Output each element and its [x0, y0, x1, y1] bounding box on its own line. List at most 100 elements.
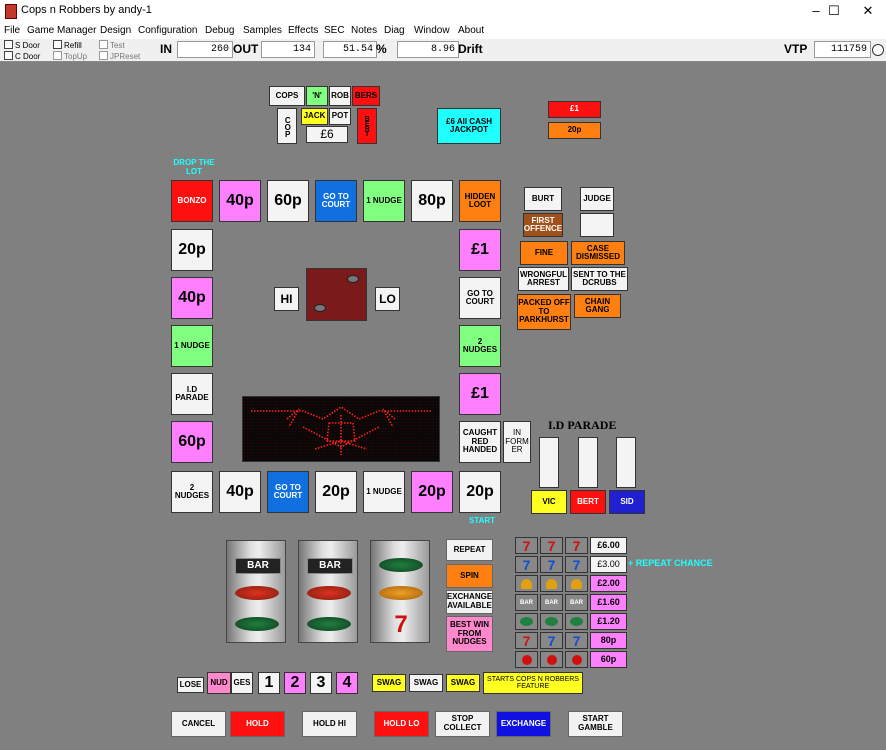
hold-hi-button[interactable]: HOLD HI — [302, 711, 357, 737]
board-bottom-2-nudges: 2 NUDGES — [171, 471, 213, 513]
orange-symbol — [379, 586, 423, 600]
hold-button[interactable]: HOLD — [230, 711, 285, 737]
stake-1-pound[interactable]: £1 — [548, 101, 601, 118]
pay-mixed-seven-icon: 7 — [540, 632, 563, 649]
pay-bell-icon — [540, 575, 563, 592]
id-parade-bert: BERT — [570, 490, 606, 514]
menu-notes[interactable]: Notes — [351, 25, 377, 36]
pay-melon-icon — [515, 613, 538, 630]
start-gamble-button[interactable]: START GAMBLE — [568, 711, 623, 737]
menu-file[interactable]: File — [4, 25, 20, 36]
menu-configuration[interactable]: Configuration — [138, 25, 197, 36]
menu-game-manager[interactable]: Game Manager — [27, 25, 96, 36]
pay-blue-seven-icon: 7 — [515, 556, 538, 573]
board-id-parade: I.D PARADE — [171, 373, 213, 415]
pay-blue-seven-icon: 7 — [540, 556, 563, 573]
title-n: 'N' — [306, 86, 328, 106]
in-label: IN — [160, 42, 172, 56]
title-cop-vertical: COP — [277, 108, 297, 144]
jackpot-jack: JACK — [301, 108, 328, 125]
topup-checkbox[interactable]: TopUp — [53, 51, 87, 61]
pay-prize-3: £2.00 — [590, 575, 627, 592]
window-title: Cops n Robbers by andy-1 — [21, 4, 152, 16]
menu-window[interactable]: Window — [414, 25, 450, 36]
id-parade-vic: VIC — [531, 490, 567, 514]
dot-matrix-display — [242, 396, 440, 462]
court-judge-blank — [580, 213, 614, 237]
pay-melon-icon — [540, 613, 563, 630]
dice-pip — [314, 304, 326, 312]
menu-diag[interactable]: Diag — [384, 25, 405, 36]
melon-symbol — [235, 617, 279, 631]
board-caught-red-handed: CAUGHT RED HANDED — [459, 421, 501, 463]
board-right-go-to-court: GO TO COURT — [459, 277, 501, 319]
pay-prize-1: £6.00 — [590, 537, 627, 554]
spin-button[interactable]: SPIN — [446, 564, 493, 588]
court-first-offence: FIRST OFFENCE — [523, 213, 563, 237]
stop-collect-button[interactable]: STOP COLLECT — [435, 711, 490, 737]
menu-sec[interactable]: SEC — [324, 25, 345, 36]
repeat-chance-label: + REPEAT CHANCE — [628, 558, 713, 568]
fruit-symbol — [235, 586, 279, 600]
jpreset-checkbox[interactable]: JPReset — [99, 51, 140, 61]
cancel-button[interactable]: CANCEL — [171, 711, 226, 737]
maximize-button[interactable]: ☐ — [816, 0, 852, 22]
in-field[interactable]: 260 — [177, 41, 233, 58]
refill-checkbox[interactable]: Refill — [53, 40, 82, 50]
court-judge: JUDGE — [580, 187, 614, 211]
close-button[interactable]: ✕ — [850, 0, 886, 22]
title-bar: Cops n Robbers by andy-1 – ☐ ✕ — [0, 0, 886, 22]
menu-about[interactable]: About — [458, 25, 484, 36]
menu-samples[interactable]: Samples — [243, 25, 282, 36]
exchange-button[interactable]: EXCHANGE — [496, 711, 551, 737]
drift-label: Drift — [458, 42, 483, 56]
percent-field[interactable]: 51.54 — [323, 41, 377, 58]
pay-melon-icon — [565, 613, 588, 630]
drop-the-lot-label: DROP THE LOT — [173, 158, 215, 176]
board-left-60p: 60p — [171, 421, 213, 463]
out-field[interactable]: 134 — [261, 41, 315, 58]
s-door-checkbox[interactable]: S Door — [4, 40, 40, 50]
vtp-field[interactable]: 111759 — [814, 41, 871, 58]
fruit-symbol — [307, 586, 351, 600]
drift-field[interactable]: 8.96 — [397, 41, 459, 58]
board-bottom-20p-2: 20p — [411, 471, 453, 513]
nudge-1: 1 — [258, 672, 280, 694]
menu-effects[interactable]: Effects — [288, 25, 318, 36]
title-bert-vertical: BERT — [357, 108, 377, 144]
status-radio[interactable] — [872, 44, 884, 56]
pay-mixed-seven-icon: 7 — [565, 632, 588, 649]
nudge-4: 4 — [336, 672, 358, 694]
pay-mixed-seven-icon: 7 — [515, 632, 538, 649]
test-checkbox[interactable]: Test — [99, 40, 125, 50]
id-parade-slot-1 — [539, 437, 559, 488]
menu-debug[interactable]: Debug — [205, 25, 234, 36]
nudges-nud: NUD — [207, 672, 231, 694]
court-fine: FINE — [520, 241, 568, 265]
pay-bell-icon — [515, 575, 538, 592]
board-80p: 80p — [411, 180, 453, 222]
nudge-2: 2 — [284, 672, 306, 694]
board-60p: 60p — [267, 180, 309, 222]
hold-lo-button[interactable]: HOLD LO — [374, 711, 429, 737]
c-door-checkbox[interactable]: C Door — [4, 51, 40, 61]
hi-indicator: HI — [274, 287, 299, 311]
pay-prize-7: 60p — [590, 651, 627, 668]
board-bottom-20p-start: 20p — [459, 471, 501, 513]
id-parade-title: I.D PARADE — [548, 418, 617, 432]
jackpot-value: £6 — [306, 126, 348, 143]
menu-design[interactable]: Design — [100, 25, 131, 36]
id-parade-slot-3 — [616, 437, 636, 488]
court-chain-gang: CHAIN GANG — [574, 294, 621, 318]
board-right-1-pound: £1 — [459, 229, 501, 271]
repeat-button[interactable]: REPEAT — [446, 539, 493, 561]
board-informer: IN FORM ER — [503, 421, 531, 463]
nudges-ges: GES — [231, 672, 253, 694]
court-sent-to-dcrubs: SENT TO THE DCRUBS — [571, 267, 628, 291]
board-left-20p: 20p — [171, 229, 213, 271]
paytable: 7 7 7 £6.00 7 7 7 £3.00 £2.00 BAR BAR BA… — [515, 537, 627, 669]
pay-prize-5: £1.20 — [590, 613, 627, 630]
pay-bar-icon: BAR — [540, 594, 563, 611]
stake-20p[interactable]: 20p — [548, 122, 601, 139]
melon-symbol — [307, 617, 351, 631]
